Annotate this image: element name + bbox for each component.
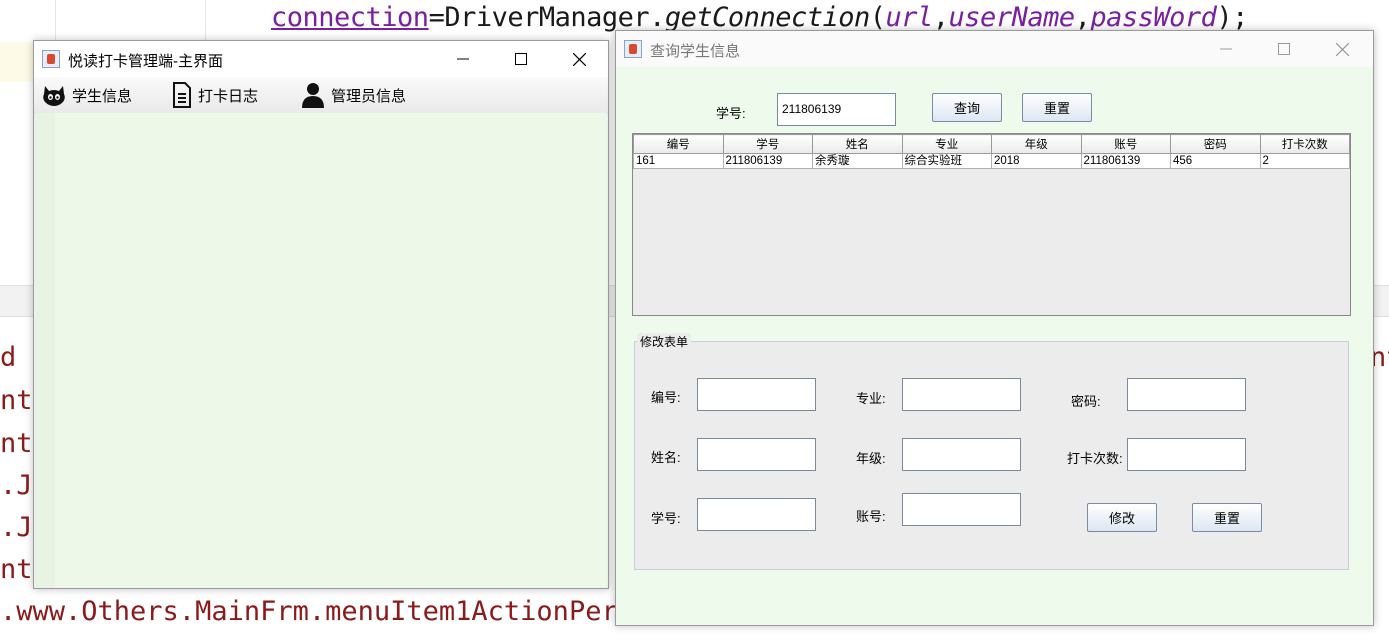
form-grade-label: 年级: [856, 451, 886, 466]
editor-gutter-divider [205, 0, 206, 40]
query-button[interactable]: 查询 [932, 93, 1002, 122]
console-fragment: nt [0, 428, 33, 459]
main-window: 悦读打卡管理端-主界面 学生信息 打卡日志 管理员信息 [33, 40, 609, 589]
code-param: url [885, 2, 934, 33]
form-major-input[interactable] [902, 378, 1021, 411]
table-cell[interactable]: 211806139 [722, 153, 813, 169]
modify-button[interactable]: 修改 [1087, 503, 1157, 532]
minimize-button[interactable] [1197, 31, 1255, 67]
main-menubar: 学生信息 打卡日志 管理员信息 [34, 77, 608, 114]
column-header[interactable]: 姓名 [812, 134, 903, 154]
main-desktop-pane [35, 113, 607, 587]
form-student-no-label: 学号: [651, 511, 681, 526]
table-cell[interactable]: 456 [1170, 153, 1261, 169]
column-header[interactable]: 密码 [1170, 134, 1261, 154]
table-cell[interactable]: 综合实验班 [901, 153, 992, 169]
code-line-connection: connection=DriverManager.getConnection(u… [271, 2, 1248, 33]
menu-student-info[interactable]: 学生信息 [42, 81, 132, 109]
search-student-no-input[interactable]: 211806139 [777, 93, 896, 126]
menu-checkin-log[interactable]: 打卡日志 [172, 81, 258, 109]
form-reset-button[interactable]: 重置 [1192, 503, 1262, 532]
java-app-icon [42, 50, 60, 68]
search-student-no-label: 学号: [716, 106, 746, 121]
table-row[interactable]: 161 211806139 余秀璇 综合实验班 2018 211806139 4… [633, 153, 1350, 169]
table-cell[interactable]: 161 [633, 153, 724, 169]
form-major-label: 专业: [856, 391, 886, 406]
close-button[interactable] [550, 41, 608, 77]
console-fragment: d [0, 342, 17, 373]
column-header[interactable]: 专业 [901, 134, 992, 154]
minimize-icon [1220, 48, 1232, 50]
menu-student-info-label: 学生信息 [72, 87, 133, 105]
form-account-input[interactable] [902, 493, 1021, 526]
document-icon [173, 82, 191, 108]
query-student-window: 查询学生信息 学号: 211806139 查询 重置 编号 学号 姓名 专业 年… [615, 30, 1374, 626]
form-checkins-input[interactable] [1127, 438, 1246, 471]
maximize-icon [1278, 43, 1290, 55]
table-cell[interactable]: 211806139 [1080, 153, 1171, 169]
code-text: , [932, 2, 949, 33]
java-app-icon [624, 40, 642, 58]
column-header[interactable]: 年级 [991, 134, 1082, 154]
menu-admin-info[interactable]: 管理员信息 [301, 81, 406, 109]
search-reset-button[interactable]: 重置 [1022, 93, 1092, 122]
student-table: 编号 学号 姓名 专业 年级 账号 密码 打卡次数 161 211806139 … [632, 133, 1351, 316]
table-cell[interactable]: 余秀璇 [812, 153, 903, 169]
desktop-left-strip [35, 113, 55, 587]
form-password-label: 密码: [1071, 394, 1101, 409]
form-checkins-label: 打卡次数: [1067, 451, 1123, 466]
minimize-button[interactable] [434, 41, 492, 77]
main-window-title: 悦读打卡管理端-主界面 [68, 53, 223, 70]
code-param: passWord [1090, 2, 1217, 33]
code-param: userName [948, 2, 1076, 33]
maximize-icon [515, 53, 527, 65]
table-header-row: 编号 学号 姓名 专业 年级 账号 密码 打卡次数 [633, 134, 1350, 154]
code-text: ( [869, 2, 886, 33]
modify-form-legend: 修改表单 [637, 333, 692, 350]
menu-checkin-log-label: 打卡日志 [198, 87, 259, 105]
console-fragment: .J [0, 470, 33, 501]
table-cell[interactable]: 2 [1259, 153, 1350, 169]
query-window-title: 查询学生信息 [650, 43, 741, 60]
code-variable: connection [271, 2, 429, 33]
form-id-input[interactable] [697, 378, 816, 411]
form-id-label: 编号: [651, 390, 681, 405]
main-window-titlebar[interactable]: 悦读打卡管理端-主界面 [34, 41, 608, 77]
minimize-icon [457, 58, 469, 60]
close-icon [1335, 42, 1349, 56]
form-password-input[interactable] [1127, 378, 1246, 411]
menu-admin-info-label: 管理员信息 [331, 87, 407, 105]
column-header[interactable]: 学号 [722, 134, 813, 154]
console-fragment: .J [0, 512, 33, 543]
code-text: , [1074, 2, 1091, 33]
form-student-no-input[interactable] [697, 498, 816, 531]
form-account-label: 账号: [856, 509, 886, 524]
maximize-button[interactable] [492, 41, 550, 77]
column-header[interactable]: 账号 [1080, 134, 1171, 154]
code-text: =DriverManager. [428, 2, 666, 33]
github-cat-icon [43, 86, 65, 106]
editor-gutter-divider [55, 0, 56, 40]
maximize-button[interactable] [1255, 31, 1313, 67]
console-fragment: nt [0, 554, 33, 585]
code-text: ); [1216, 2, 1248, 33]
close-button[interactable] [1313, 31, 1371, 67]
form-grade-input[interactable] [902, 438, 1021, 471]
column-header[interactable]: 编号 [633, 134, 724, 154]
user-icon [302, 83, 324, 108]
console-fragment: nt [0, 385, 33, 416]
table-cell[interactable]: 2018 [991, 153, 1082, 169]
student-grid: 编号 学号 姓名 专业 年级 账号 密码 打卡次数 161 211806139 … [633, 134, 1350, 169]
code-method: getConnection [664, 2, 870, 33]
query-window-titlebar[interactable]: 查询学生信息 [616, 31, 1373, 67]
column-header[interactable]: 打卡次数 [1259, 134, 1350, 154]
close-icon [572, 52, 586, 66]
form-name-label: 姓名: [651, 450, 681, 465]
form-name-input[interactable] [697, 438, 816, 471]
